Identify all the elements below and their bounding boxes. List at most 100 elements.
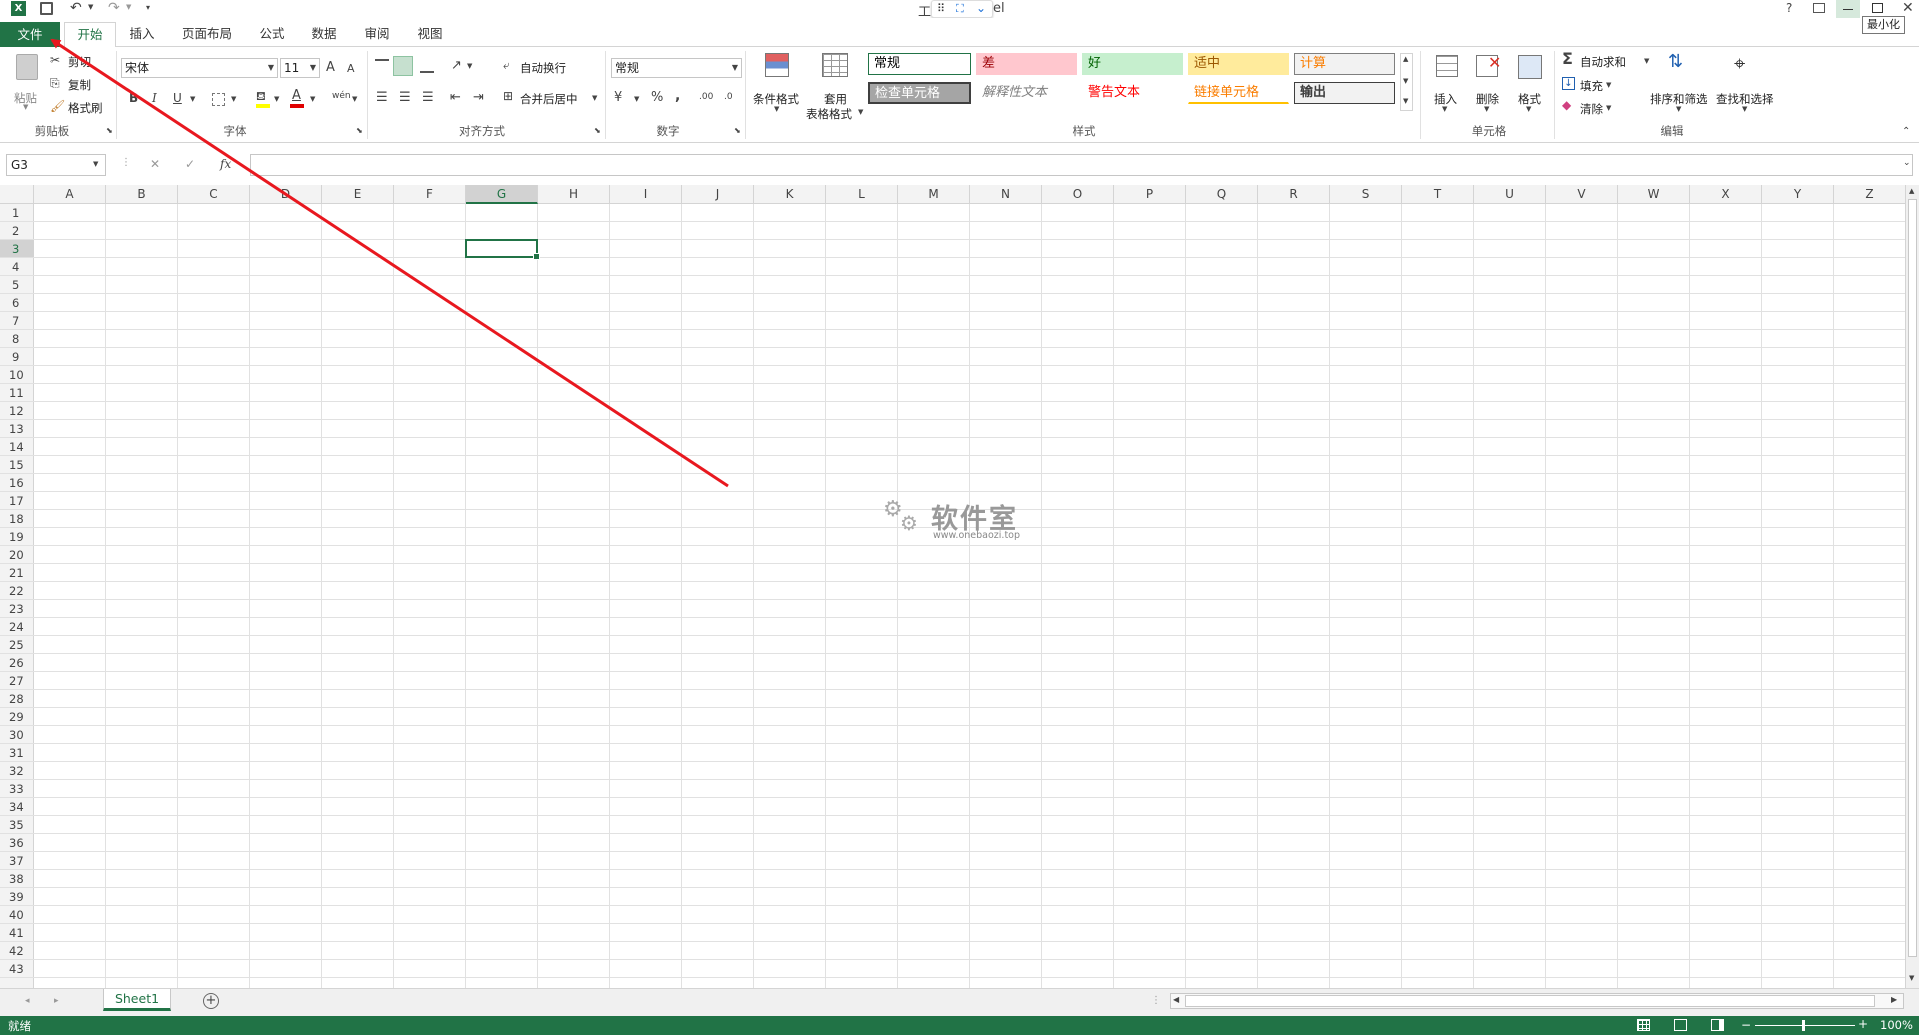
restore-icon[interactable] <box>1872 3 1883 13</box>
row-header-17[interactable]: 17 <box>0 492 34 510</box>
row-header-5[interactable]: 5 <box>0 276 34 294</box>
style-output[interactable]: 输出 <box>1294 82 1395 104</box>
conditional-formatting-button[interactable]: 条件格式 ▼ <box>750 51 802 117</box>
zoom-slider[interactable] <box>1755 1020 1855 1031</box>
row-header-11[interactable]: 11 <box>0 384 34 402</box>
column-header-p[interactable]: P <box>1114 185 1186 204</box>
phonetic-guide-icon[interactable]: wén <box>332 92 351 101</box>
page-break-view-icon[interactable] <box>1711 1019 1724 1031</box>
row-header-34[interactable]: 34 <box>0 798 34 816</box>
formula-input[interactable] <box>250 154 1913 176</box>
zoom-in-icon[interactable]: + <box>1858 1018 1868 1030</box>
row-header-22[interactable]: 22 <box>0 582 34 600</box>
align-middle-icon[interactable] <box>393 56 413 76</box>
horizontal-scrollbar[interactable]: ◀ ▶ <box>1170 993 1904 1009</box>
vertical-scrollbar[interactable]: ▲ ▼ <box>1905 185 1919 988</box>
name-box[interactable]: G3 ▼ <box>6 154 106 176</box>
screenshot-toolbar[interactable]: ⠿ ⛶ ⌄ <box>931 0 993 18</box>
tab-review[interactable]: 审阅 <box>357 22 397 47</box>
row-header-3[interactable]: 3 <box>0 240 34 258</box>
style-calculation[interactable]: 计算 <box>1294 53 1395 75</box>
insert-cells-button[interactable]: 插入 ▼ <box>1428 51 1464 117</box>
insert-function-icon[interactable]: fx <box>220 158 231 170</box>
row-header-16[interactable]: 16 <box>0 474 34 492</box>
help-icon[interactable]: ? <box>1786 2 1792 14</box>
find-select-button[interactable]: ⌖ 查找和选择 ▼ <box>1716 51 1778 117</box>
row-header-27[interactable]: 27 <box>0 672 34 690</box>
decrease-decimal-button[interactable]: .0 <box>724 93 733 102</box>
undo-icon[interactable]: ↶ <box>70 1 82 15</box>
paste-button[interactable]: 粘贴 ▼ <box>10 52 44 111</box>
close-icon[interactable]: ✕ <box>1902 1 1914 15</box>
increase-indent-icon[interactable]: ⇥ <box>473 91 484 104</box>
column-header-d[interactable]: D <box>250 185 322 204</box>
chevron-down-icon[interactable]: ▼ <box>231 96 236 103</box>
column-header-j[interactable]: J <box>682 185 754 204</box>
number-launcher-icon[interactable]: ⬊ <box>734 127 741 135</box>
row-header-9[interactable]: 9 <box>0 348 34 366</box>
format-cells-button[interactable]: 格式 ▼ <box>1512 51 1548 117</box>
row-header-23[interactable]: 23 <box>0 600 34 618</box>
column-header-x[interactable]: X <box>1690 185 1762 204</box>
grow-font-icon[interactable]: A <box>326 61 335 74</box>
chevron-left-icon[interactable]: ◂ <box>25 997 30 1006</box>
tab-formulas[interactable]: 公式 <box>252 22 292 47</box>
expand-formula-bar-icon[interactable]: ⌄ <box>1903 159 1911 168</box>
column-header-r[interactable]: R <box>1258 185 1330 204</box>
row-header-1[interactable]: 1 <box>0 204 34 222</box>
style-warning[interactable]: 警告文本 <box>1082 82 1183 104</box>
style-neutral[interactable]: 适中 <box>1188 53 1289 75</box>
bold-button[interactable]: B <box>129 92 138 104</box>
row-header-12[interactable]: 12 <box>0 402 34 420</box>
align-bottom-icon[interactable] <box>420 59 434 73</box>
column-header-v[interactable]: V <box>1546 185 1618 204</box>
number-format-select[interactable]: 常规 ▼ <box>611 58 742 78</box>
clipboard-launcher-icon[interactable]: ⬊ <box>106 127 113 135</box>
row-header-29[interactable]: 29 <box>0 708 34 726</box>
chevron-down-icon[interactable]: ▼ <box>352 96 357 103</box>
column-header-h[interactable]: H <box>538 185 610 204</box>
select-all-corner[interactable] <box>0 185 34 204</box>
column-header-e[interactable]: E <box>322 185 394 204</box>
column-header-y[interactable]: Y <box>1762 185 1834 204</box>
collapse-ribbon-icon[interactable]: ⌃ <box>1902 127 1910 137</box>
cancel-icon[interactable]: ✕ <box>150 158 160 170</box>
style-explanatory[interactable]: 解释性文本 <box>976 82 1077 104</box>
redo-dropdown-icon[interactable]: ▼ <box>126 4 131 11</box>
format-as-table-button[interactable]: 套用 表格格式 ▼ <box>804 51 864 121</box>
row-header-18[interactable]: 18 <box>0 510 34 528</box>
underline-button[interactable]: U <box>173 92 182 104</box>
column-header-o[interactable]: O <box>1042 185 1114 204</box>
delete-cells-button[interactable]: ✕ 删除 ▼ <box>1470 51 1506 117</box>
tab-page-layout[interactable]: 页面布局 <box>176 22 238 47</box>
font-launcher-icon[interactable]: ⬊ <box>356 127 363 135</box>
row-header-2[interactable]: 2 <box>0 222 34 240</box>
row-header-8[interactable]: 8 <box>0 330 34 348</box>
align-center-icon[interactable]: ☰ <box>399 91 411 104</box>
font-name-select[interactable]: 宋体 ▼ <box>121 58 278 78</box>
tab-home[interactable]: 开始 <box>64 22 116 48</box>
scroll-thumb[interactable] <box>1908 199 1917 957</box>
row-header-24[interactable]: 24 <box>0 618 34 636</box>
column-header-l[interactable]: L <box>826 185 898 204</box>
chevron-down-icon[interactable]: ▼ <box>634 96 639 103</box>
page-layout-view-icon[interactable] <box>1674 1019 1687 1031</box>
comma-button[interactable]: , <box>675 89 680 103</box>
row-header-4[interactable]: 4 <box>0 258 34 276</box>
row-header-30[interactable]: 30 <box>0 726 34 744</box>
decrease-indent-icon[interactable]: ⇤ <box>450 91 461 104</box>
row-header-10[interactable]: 10 <box>0 366 34 384</box>
increase-decimal-button[interactable]: .00 <box>699 93 713 102</box>
normal-view-icon[interactable] <box>1637 1019 1650 1031</box>
sort-filter-button[interactable]: ⇅ 排序和筛选 ▼ <box>1650 51 1712 117</box>
font-size-select[interactable]: 11 ▼ <box>280 58 320 78</box>
column-header-w[interactable]: W <box>1618 185 1690 204</box>
cell-grid[interactable] <box>34 204 1905 988</box>
percent-button[interactable]: % <box>651 91 663 104</box>
row-header-14[interactable]: 14 <box>0 438 34 456</box>
tab-file[interactable]: 文件 <box>0 22 60 47</box>
zoom-out-icon[interactable]: − <box>1741 1019 1751 1031</box>
row-header-33[interactable]: 33 <box>0 780 34 798</box>
style-check-cell[interactable]: 检查单元格 <box>868 82 971 104</box>
column-header-f[interactable]: F <box>394 185 466 204</box>
